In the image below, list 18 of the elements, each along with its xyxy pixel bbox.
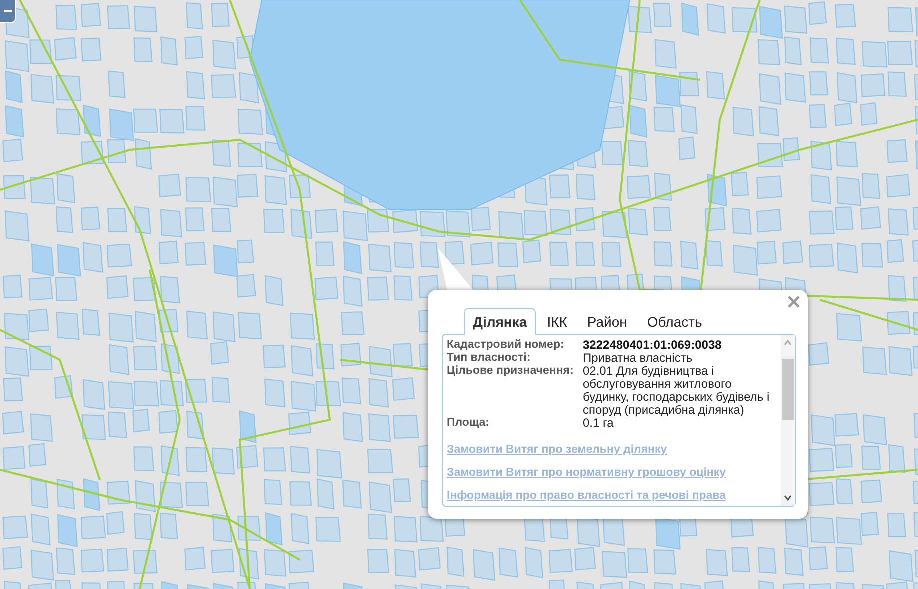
field-label: Цільове призначення: — [447, 365, 575, 378]
tab[interactable]: ІКК — [538, 308, 576, 335]
field-value: 0.1 га — [583, 417, 614, 430]
field-label: Площа: — [447, 417, 491, 430]
tab[interactable]: Район — [578, 308, 636, 335]
close-icon[interactable] — [788, 296, 800, 308]
tab[interactable]: Ділянка — [464, 308, 536, 335]
zoom-out-button[interactable] — [0, 0, 16, 23]
scroll-up-icon[interactable] — [783, 338, 793, 348]
scrollbar[interactable] — [781, 335, 795, 506]
field-label: Тип власності: — [447, 352, 532, 365]
scroll-down-icon[interactable] — [783, 493, 793, 503]
tab[interactable]: Область — [638, 308, 712, 335]
field-value: 02.01 Для будівництва і обслуговування житлового будинку, господарських будівель і споруд (присадибна ділянка) — [583, 365, 771, 417]
scrollbar-thumb[interactable] — [782, 359, 794, 420]
field-value: 3222480401:01:069:0038 — [583, 339, 723, 352]
field-value: Приватна власність — [583, 352, 694, 365]
field-label: Кадастровий номер: — [447, 339, 566, 352]
